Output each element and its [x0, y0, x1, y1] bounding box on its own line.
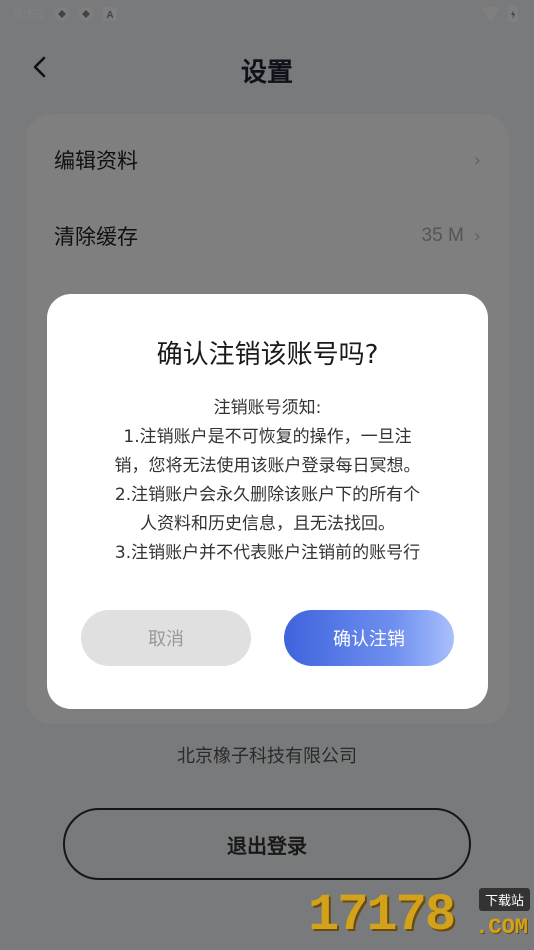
cancel-button[interactable]: 取消 [81, 610, 251, 666]
notice-line: 销，您将无法使用该账户登录每日冥想。 [114, 456, 421, 476]
delete-account-dialog: 确认注销该账号吗? 注销账号须知: 1.注销账户是不可恢复的操作，一旦注 销，您… [47, 294, 488, 709]
watermark-digits: 17178 [308, 886, 456, 945]
watermark-tag: 下载站 [478, 888, 530, 911]
dialog-notice[interactable]: 注销账号须知: 1.注销账户是不可恢复的操作，一旦注 销，您将无法使用该账户登录… [77, 394, 458, 560]
dialog-title: 确认注销该账号吗? [156, 340, 379, 370]
notice-line: 3.注销账户并不代表账户注销前的账号行 [114, 543, 421, 560]
notice-line: 1.注销账户是不可恢复的操作，一旦注 [123, 427, 412, 447]
notice-heading: 注销账号须知: [213, 398, 322, 418]
notice-line: 2.注销账户会永久删除该账户下的所有个 [114, 485, 421, 505]
confirm-delete-button[interactable]: 确认注销 [284, 610, 454, 666]
site-watermark: 17178 下载站 .COM [308, 888, 530, 944]
notice-line: 人资料和历史信息，且无法找回。 [140, 514, 395, 534]
watermark-domain: .COM [475, 915, 528, 940]
